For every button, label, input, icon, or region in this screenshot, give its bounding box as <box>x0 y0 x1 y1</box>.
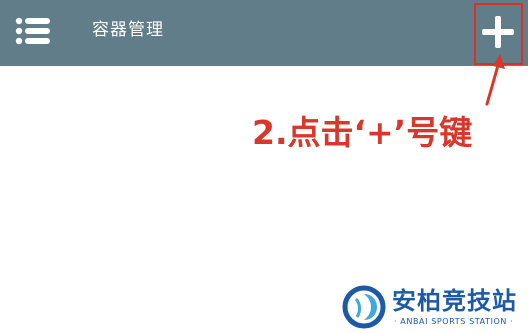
plus-icon <box>482 16 514 48</box>
menu-icon <box>15 17 50 45</box>
app-screen: 容器管理 2.点击‘+’号键 安柏竞技站 · ANBAI SPORTS STAT… <box>0 0 528 334</box>
watermark: 安柏竞技站 · ANBAI SPORTS STATION · <box>330 283 528 334</box>
instruction-text: 2.点击‘+’号键 <box>252 113 473 152</box>
page-title: 容器管理 <box>92 20 164 40</box>
menu-button[interactable] <box>14 14 52 48</box>
top-app-bar: 容器管理 <box>0 0 528 66</box>
watermark-subtitle: · ANBAI SPORTS STATION · <box>394 317 514 326</box>
annotation-arrow-icon <box>485 54 505 106</box>
station-logo-icon <box>342 285 386 329</box>
watermark-name: 安柏竞技站 <box>392 287 517 315</box>
